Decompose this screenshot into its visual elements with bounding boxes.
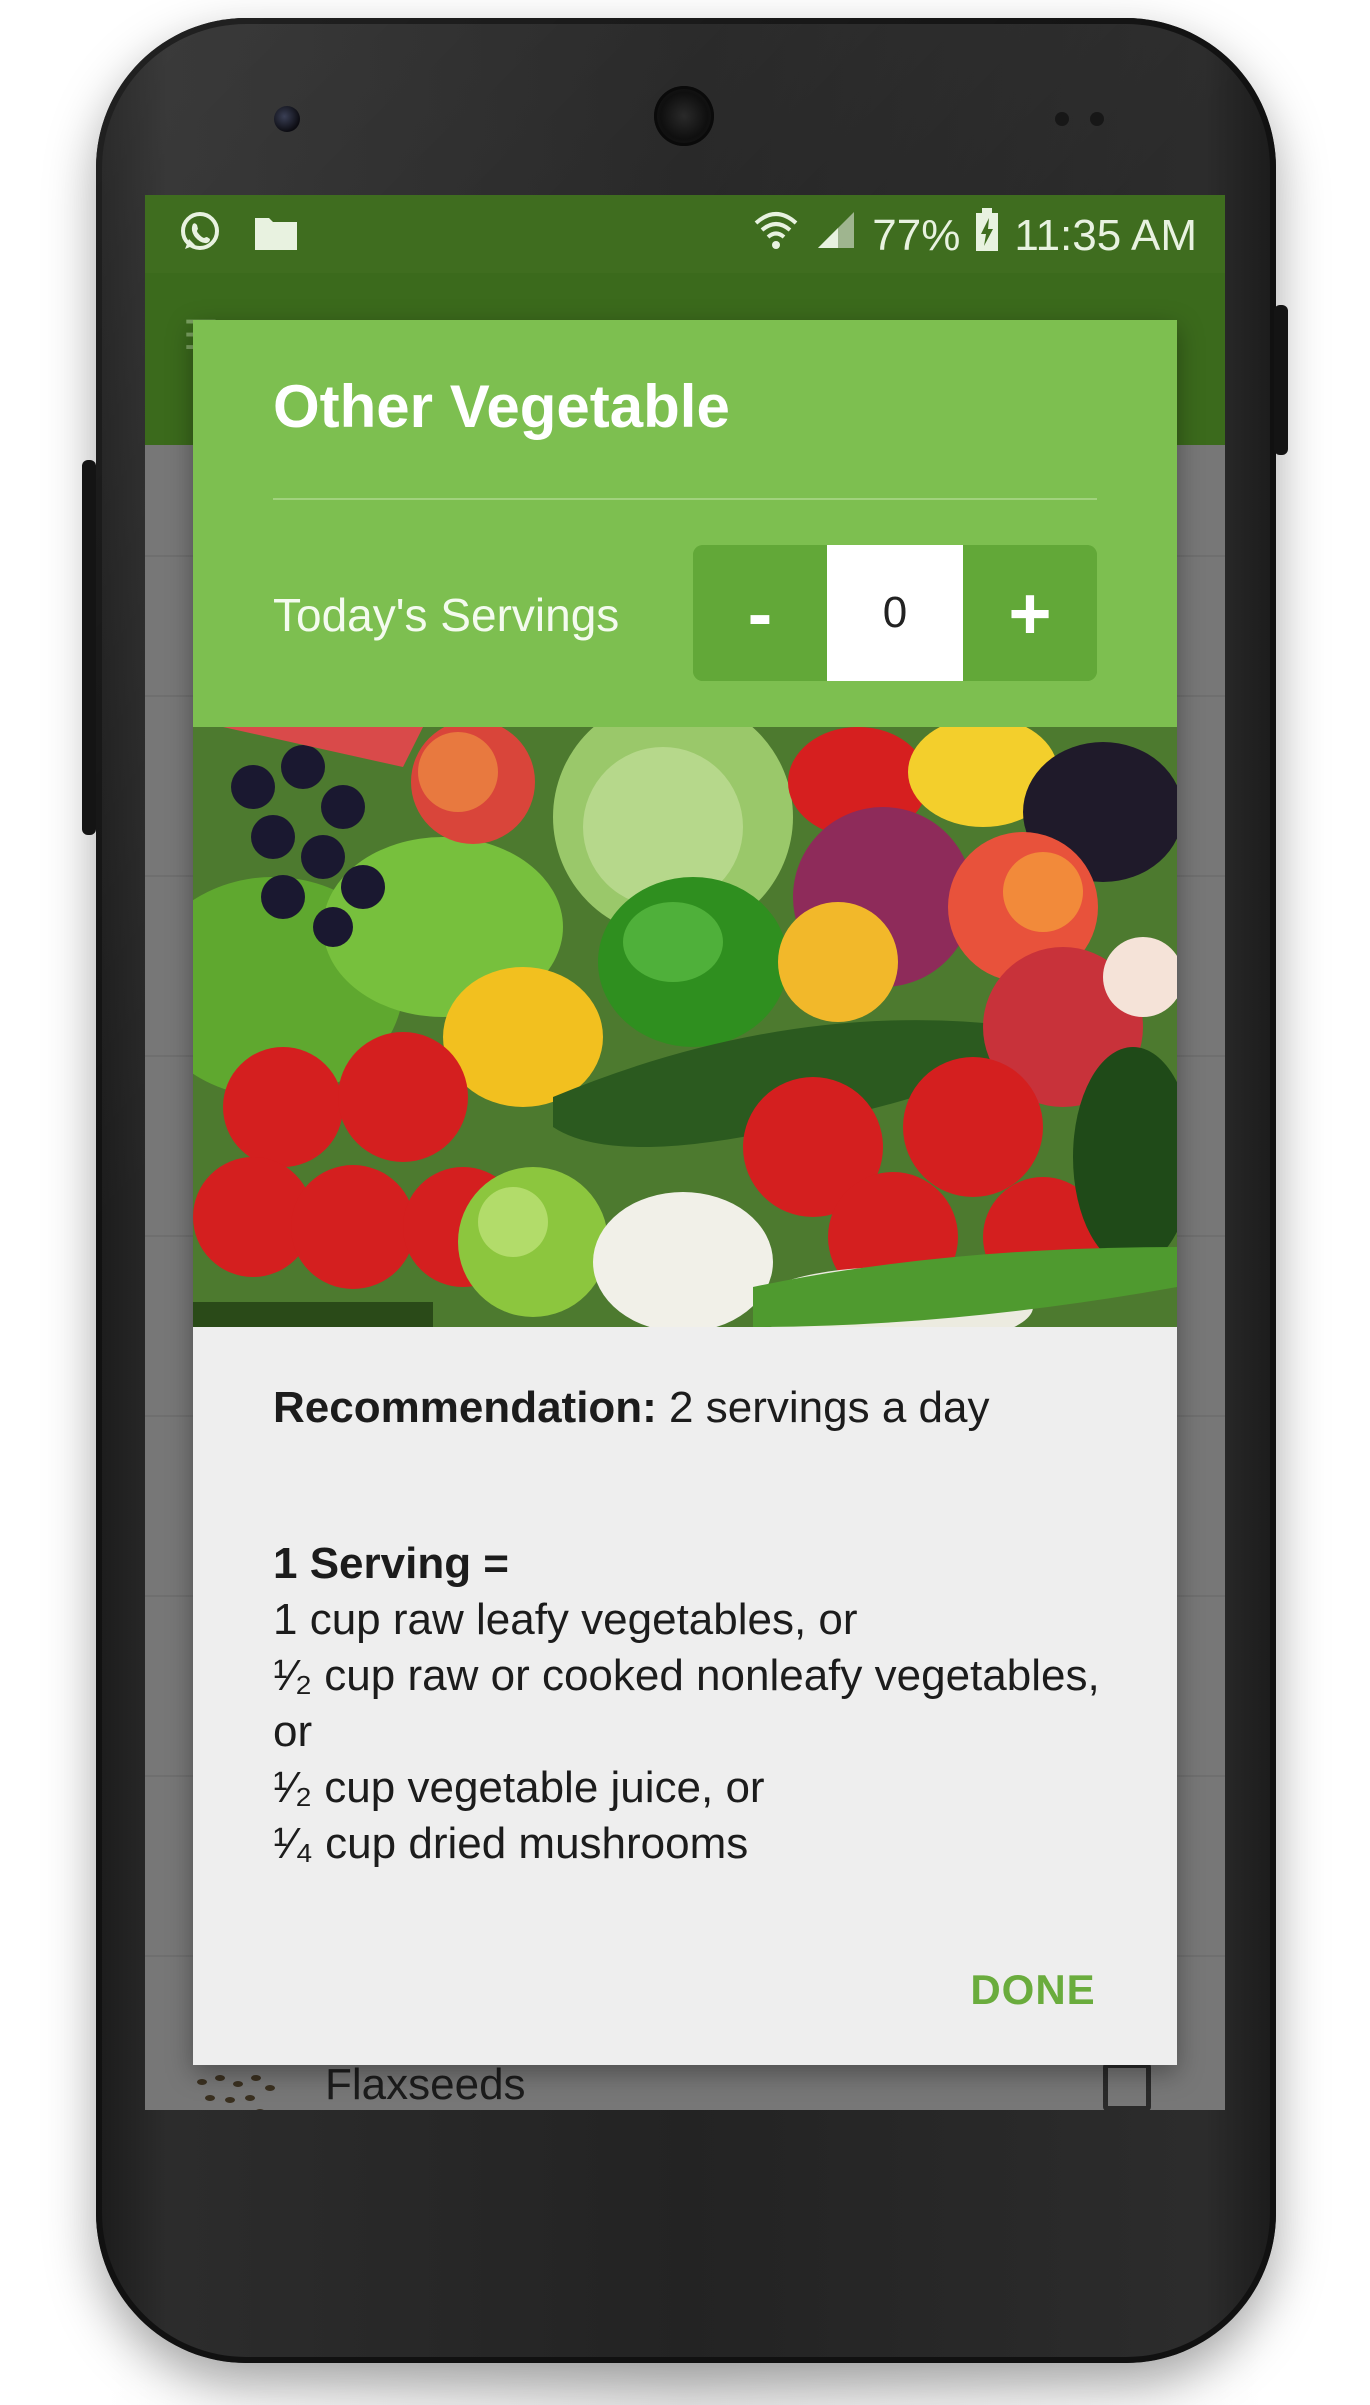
serving-dialog: Other Vegetable Today's Servings - 0 + R…	[193, 320, 1177, 2065]
whatsapp-icon	[177, 209, 223, 260]
clock-text: 11:35 AM	[1014, 210, 1197, 260]
phone-screen: 77% 11:35 AM ☰	[145, 195, 1225, 2110]
proximity-sensor	[1055, 112, 1069, 126]
done-button[interactable]: DONE	[943, 1955, 1123, 2025]
serving-line: ¹⁄₂ cup vegetable juice, or	[273, 1763, 765, 1812]
increment-button[interactable]: +	[963, 545, 1097, 681]
cell-signal-icon	[814, 208, 858, 263]
folder-icon	[253, 212, 299, 257]
power-button	[1274, 305, 1288, 455]
volume-button	[82, 460, 96, 835]
serving-title: 1 Serving =	[273, 1539, 510, 1588]
recommendation: Recommendation: 2 servings a day	[273, 1380, 1113, 1436]
status-left-icons	[177, 209, 299, 260]
dialog-title: Other Vegetable	[273, 373, 730, 440]
wifi-icon	[752, 207, 800, 264]
vegetables-illustration	[193, 727, 1177, 1327]
serving-line: 1 cup raw leafy vegetables, or	[273, 1595, 858, 1644]
list-item-label: Flaxseeds	[325, 2060, 526, 2109]
front-camera	[274, 106, 300, 132]
servings-stepper: - 0 +	[693, 545, 1097, 681]
earpiece-speaker	[654, 86, 714, 146]
stage: 77% 11:35 AM ☰	[0, 0, 1370, 2405]
serving-line: ¹⁄₂ cup raw or cooked nonleafy vegetable…	[273, 1651, 1100, 1756]
recommendation-value: 2 servings a day	[656, 1383, 990, 1432]
battery-charging-icon	[974, 208, 1000, 263]
status-right-icons: 77% 11:35 AM	[752, 207, 1197, 264]
battery-text: 77%	[872, 210, 961, 260]
status-bar: 77% 11:35 AM	[145, 195, 1225, 273]
serving-line: ¹⁄₄ cup dried mushrooms	[273, 1819, 749, 1868]
list-item-checkbox[interactable]	[1103, 2063, 1151, 2110]
light-sensor	[1090, 112, 1104, 126]
flaxseeds-icon	[197, 2075, 275, 2110]
dialog-body: Recommendation: 2 servings a day 1 Servi…	[273, 1380, 1113, 1872]
servings-value[interactable]: 0	[827, 545, 963, 681]
recommendation-label: Recommendation:	[273, 1383, 657, 1432]
header-divider	[273, 498, 1097, 500]
vegetables-photo	[193, 727, 1177, 1327]
servings-label: Today's Servings	[273, 589, 620, 641]
decrement-button[interactable]: -	[693, 545, 827, 681]
serving-info: 1 Serving = 1 cup raw leafy vegetables, …	[273, 1536, 1113, 1872]
dialog-header: Other Vegetable Today's Servings - 0 +	[193, 320, 1177, 727]
